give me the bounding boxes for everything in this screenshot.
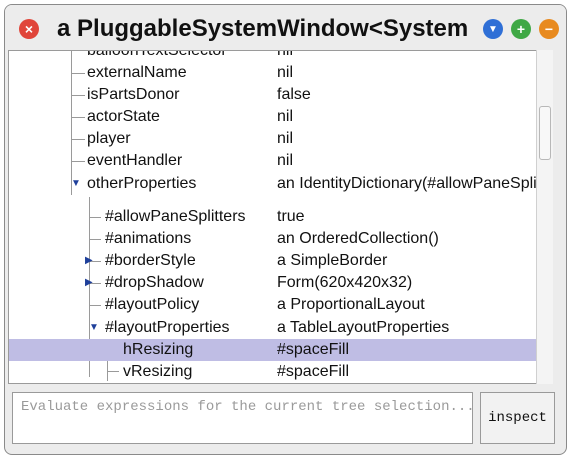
title-bar[interactable]: × a PluggableSystemWindow<System B ▼ + − [5,5,566,53]
tree-row-value: nil [277,152,294,169]
tree-row-value: #spaceFill [277,341,350,358]
tree-row-value: false [277,86,311,103]
tree-row-selected[interactable]: hResizing #spaceFill [9,339,537,361]
disclosure-expanded-icon[interactable]: ▼ [89,317,99,339]
tree-row-value: nil [277,50,294,59]
tree-row-name: vResizing [123,363,193,380]
expand-icon[interactable]: + [511,19,531,39]
inspect-button[interactable]: inspect [480,392,555,444]
object-tree[interactable]: balloonTextSelector nil externalName nil… [8,50,553,384]
tree-row[interactable]: #layoutPolicy a ProportionalLayout [9,294,537,316]
tree-row[interactable]: ▼ #layoutProperties a TableLayoutPropert… [9,317,537,339]
tree-row-value: an IdentityDictionary(#allowPaneSplitter… [277,175,539,192]
tree-row[interactable]: player nil [9,128,537,150]
disclosure-expanded-icon[interactable]: ▼ [71,173,81,195]
tree-row-name: #layoutProperties [105,319,230,336]
evaluator-input[interactable]: Evaluate expressions for the current tre… [12,392,473,444]
tree-row-value: nil [277,64,294,81]
tree-row-name: otherProperties [87,175,197,192]
tree-row[interactable]: ▶ #dropShadow Form(620x420x32) [9,272,537,294]
tree-row[interactable]: vResizing #spaceFill [9,361,537,383]
tree-row-value: #spaceFill [277,363,350,380]
scrollbar-thumb[interactable] [539,106,551,160]
disclosure-collapsed-icon[interactable]: ▶ [85,250,93,272]
tree-row-name: actorState [87,108,160,125]
tree-row-value: an OrderedCollection() [277,230,439,247]
tree-scrollbar[interactable] [536,50,553,384]
tree-row-name: player [87,130,131,147]
tree-row[interactable]: externalName nil [9,62,537,84]
tree-row-name: #layoutPolicy [105,296,200,313]
collapse-icon[interactable]: − [539,19,559,39]
tree-row-value: a SimpleBorder [277,252,388,269]
window-menu-icon[interactable]: ▼ [483,19,503,39]
tree-row-value: true [277,208,305,225]
tree-row-name: #animations [105,230,192,247]
tree-row[interactable]: actorState nil [9,106,537,128]
window-title: a PluggableSystemWindow<System B [57,15,467,42]
close-icon[interactable]: × [19,19,39,39]
tree-row-name: externalName [87,64,187,81]
tree-row-value: nil [277,108,294,125]
tree-row-name: #allowPaneSplitters [105,208,246,225]
tree-row[interactable]: ▼ otherProperties an IdentityDictionary(… [9,173,539,195]
tree-row-value: a ProportionalLayout [277,296,425,313]
tree-row-value: nil [277,130,294,147]
tree-row-name: #borderStyle [105,252,196,269]
tree-row[interactable]: #allowPaneSplitters true [9,206,537,228]
tree-row[interactable]: eventHandler nil [9,150,537,172]
tree-row-value: Form(620x420x32) [277,274,413,291]
disclosure-collapsed-icon[interactable]: ▶ [85,272,93,294]
tree-row[interactable]: #animations an OrderedCollection() [9,228,537,250]
tree-row-name: eventHandler [87,152,183,169]
tree-row-value: a TableLayoutProperties [277,319,450,336]
tree-row[interactable]: ▶ #borderStyle a SimpleBorder [9,250,537,272]
tree-row-name: hResizing [123,341,194,358]
tree-row-name: balloonTextSelector [87,50,227,59]
tree-row-name: isPartsDonor [87,86,180,103]
tree-row-name: #dropShadow [105,274,204,291]
tree-row[interactable]: isPartsDonor false [9,84,537,106]
